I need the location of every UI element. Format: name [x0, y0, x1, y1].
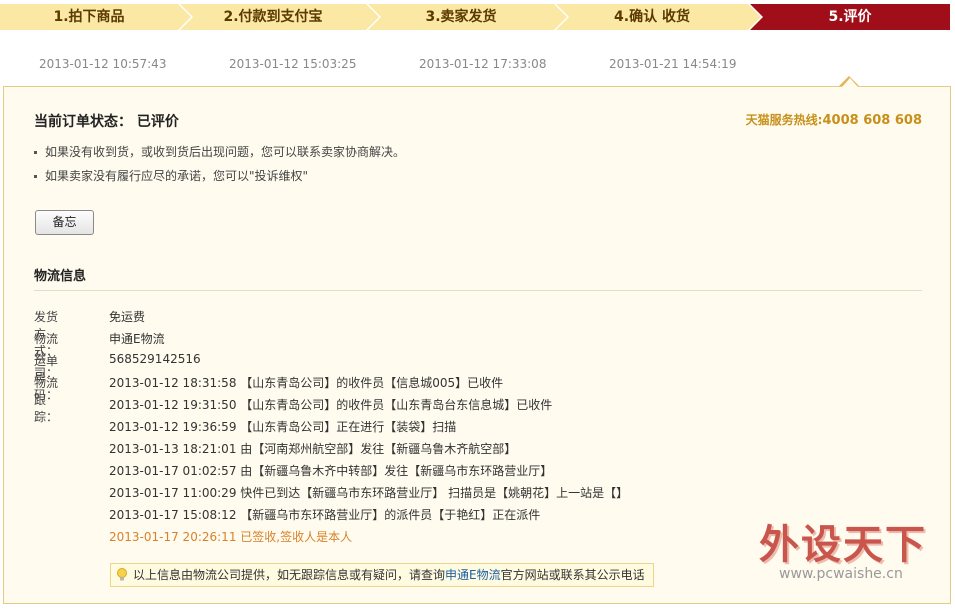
- step-seller-ship: 3.卖家发货: [368, 4, 569, 30]
- ship-method-value: 免运费: [109, 310, 146, 324]
- company-value: 申通E物流: [109, 332, 165, 346]
- tracking-event-text: 2013-01-12 19:31:50 【山东青岛公司】的收件员【山东青岛台东信…: [109, 398, 553, 412]
- status-tips: 如果没有收到货，或收到货后出现问题，您可以联系卖家协商解决。 如果卖家没有履行应…: [34, 145, 405, 193]
- step-time: 2013-01-12 10:57:43: [39, 57, 167, 71]
- tracking-event-text: 2013-01-12 18:31:58 【山东青岛公司】的收件员【信息城005】…: [109, 376, 504, 390]
- tracking-number-value: 568529142516: [109, 352, 201, 366]
- step-review: 5.评价: [750, 4, 950, 30]
- order-progress-steps: 1.拍下商品 2.付款到支付宝 3.卖家发货 4.确认 收货 5.评价: [0, 4, 950, 30]
- tracking-event-text: 2013-01-12 19:36:59 【山东青岛公司】正在进行【装袋】扫描: [109, 420, 457, 434]
- status-tip-text: 如果卖家没有履行应尽的承诺，您可以"投诉维权": [45, 169, 309, 183]
- step-label: 5.评价: [828, 9, 872, 25]
- site-watermark: 外设天下 www.pcwaishe.cn: [755, 512, 945, 592]
- logistics-title: 物流信息: [34, 269, 87, 284]
- watermark-title: 外设天下: [759, 522, 927, 568]
- step-time: 2013-01-12 15:03:25: [229, 57, 357, 71]
- tracking-event-text: 2013-01-17 15:08:12 【新疆乌市东环路营业厅】的派件员【于艳红…: [109, 508, 541, 522]
- step-times: 2013-01-12 10:57:43 2013-01-12 15:03:25 …: [0, 57, 950, 73]
- bullet-dot: [34, 151, 37, 154]
- status-tip-item: 如果没有收到货，或收到货后出现问题，您可以联系卖家协商解决。: [34, 145, 405, 169]
- memo-button[interactable]: 备忘: [35, 210, 94, 235]
- hotline-number: 4008 608 608: [822, 113, 922, 128]
- step-time: 2013-01-21 14:54:19: [609, 57, 737, 71]
- step-time: 2013-01-12 17:33:08: [419, 57, 547, 71]
- tracking-event-text: 2013-01-17 20:26:11 已签收,签收人是本人: [109, 530, 353, 544]
- step-place-order: 1.拍下商品: [0, 4, 193, 30]
- tip-suffix: 官方网站或联系其公示电话: [500, 568, 645, 582]
- step-confirm-receipt: 4.确认 收货: [556, 4, 763, 30]
- step-pay-alipay: 2.付款到支付宝: [180, 4, 381, 30]
- bullet-dot: [34, 175, 37, 178]
- status-tip-text: 如果没有收到货，或收到货后出现问题，您可以联系卖家协商解决。: [45, 145, 406, 159]
- step-label: 2.付款到支付宝: [223, 9, 323, 25]
- hotline-label: 天猫服务热线:: [745, 113, 823, 127]
- step-label: 4.确认 收货: [614, 9, 690, 25]
- lightbulb-icon: [117, 568, 127, 581]
- order-status-title: 当前订单状态： 已评价: [34, 114, 179, 130]
- step-label: 1.拍下商品: [53, 9, 125, 25]
- tip-prefix: 以上信息由物流公司提供，如无跟踪信息或有疑问，请查询: [133, 568, 446, 582]
- tracking-event-text: 2013-01-17 11:00:29 快件已到达【新疆乌市东环路营业厅】 扫描…: [109, 486, 629, 500]
- logistics-source-tip: 以上信息由物流公司提供，如无跟踪信息或有疑问，请查询申通E物流官方网站或联系其公…: [110, 563, 654, 587]
- status-tip-item: 如果卖家没有履行应尽的承诺，您可以"投诉维权": [34, 169, 405, 193]
- divider: [34, 290, 922, 291]
- step-label: 3.卖家发货: [425, 9, 497, 25]
- tracking-label: 物流跟踪：: [34, 376, 59, 424]
- tracking-event-text: 2013-01-17 01:02:57 由【新疆乌鲁木齐中转部】发往【新疆乌市东…: [109, 464, 553, 478]
- courier-site-link[interactable]: 申通E物流: [445, 568, 501, 582]
- tracking-event-text: 2013-01-13 18:21:01 由【河南郑州航空部】发往【新疆乌鲁木齐航…: [109, 442, 517, 456]
- watermark-url: www.pcwaishe.cn: [779, 566, 903, 582]
- service-hotline: 天猫服务热线:4008 608 608: [746, 111, 922, 128]
